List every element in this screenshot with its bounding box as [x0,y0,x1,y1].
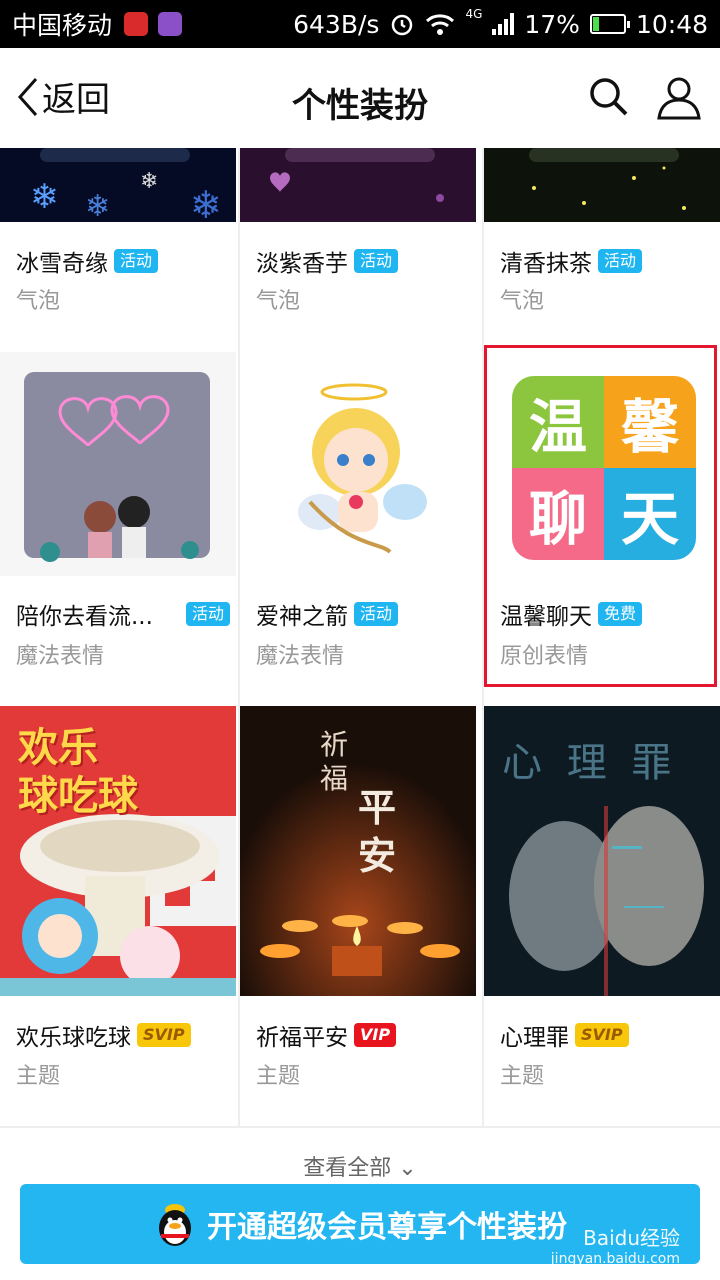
item-name: 清香抹茶 [500,251,592,277]
watermark-url: jingyan.baidu.com [550,1251,680,1267]
status-badge: 活动 [598,249,643,273]
item-name: 祈福平安 [256,1025,348,1051]
carrier-label: 中国移动 [12,11,113,40]
notification-icon-weibo [124,12,149,36]
art-title: 心 理 罪 [502,740,678,786]
status-bar: 中国移动 643B/s 4G 17% 10:48 [0,0,720,48]
item-card[interactable]: 清香抹茶 活动 气泡 [484,148,720,352]
network-type: 4G [465,7,483,21]
item-card[interactable]: ❄ ❄ ❄ ❄ 冰雪奇缘 活动 气泡 [0,148,236,352]
item-name: 淡紫香芋 [256,251,348,277]
clock: 10:48 [635,9,708,39]
status-badge: 活动 [185,602,230,626]
status-badge: SVIP [575,1023,629,1047]
item-category: 主题 [256,1064,301,1089]
item-category: 气泡 [500,289,545,314]
svg-text:❄: ❄ [140,169,158,194]
art-title-big: 平 安 [358,784,396,880]
see-all-link[interactable]: 查看全部 ⌄ [0,1150,720,1182]
item-thumbnail: ❄ ❄ ❄ ❄ [0,148,236,222]
status-badge: 活动 [354,602,399,626]
alarm-icon [392,14,413,36]
item-name: 心理罪 [500,1025,569,1051]
item-name: 爱神之箭 [256,604,348,630]
item-name: 冰雪奇缘 [16,251,108,277]
art-title: 祈 福 [320,728,348,796]
status-badge: 活动 [114,249,159,273]
item-category: 魔法表情 [16,644,105,669]
item-thumbnail: 心 理 罪 [484,706,720,996]
status-badge: 活动 [354,249,399,273]
art-title-line: 欢乐 [18,725,98,771]
profile-icon[interactable] [656,74,702,120]
vip-banner-label: 开通超级会员尊享个性装扮 [207,1210,567,1245]
item-category: 气泡 [256,289,301,314]
item-thumbnail [240,148,476,222]
signal-icon [492,13,515,35]
battery-percent: 17% [524,9,580,39]
network-speed: 643B/s [293,9,380,39]
item-card[interactable]: 祈 福 平 安 祈福平安 VIP 主题 [240,706,476,1126]
item-category: 主题 [500,1064,545,1089]
watermark: Baidu经验 jingyan.baidu.com [551,1222,680,1267]
svg-text:❄: ❄ [85,189,110,222]
wifi-icon [426,14,455,35]
highlight-box [484,345,717,687]
svg-text:❄: ❄ [190,183,222,222]
item-card[interactable]: 淡紫香芋 活动 气泡 [240,148,476,352]
item-thumbnail: 祈 福 平 安 [240,706,476,996]
art-title-line: 祈 [320,728,349,761]
item-thumbnail: 欢乐 球吃球 [0,706,236,996]
item-name: 陪你去看流... [16,604,153,630]
watermark-brand: Baidu经验 [583,1226,680,1250]
item-card[interactable]: 爱神之箭 活动 魔法表情 [240,352,476,706]
nav-bar: 返回 个性装扮 [0,48,720,148]
chevron-down-icon: ⌄ [398,1156,417,1181]
item-card[interactable]: 心 理 罪 心理罪 SVIP 主题 [484,706,720,1126]
notification-icon-gallery [158,12,183,36]
item-card[interactable]: 陪你去看流... 活动 魔法表情 [0,352,236,706]
penguin-icon [159,1204,191,1246]
item-name: 欢乐球吃球 [16,1025,131,1051]
item-thumbnail [0,352,236,576]
svg-text:❄: ❄ [30,177,59,217]
item-card[interactable]: 欢乐 球吃球 欢乐球吃球 SVIP 主题 [0,706,236,1126]
art-title-line: 球吃球 [18,773,138,819]
status-badge: SVIP [137,1023,191,1047]
item-thumbnail [240,352,476,576]
status-badge: VIP [354,1023,397,1047]
item-category: 主题 [16,1064,61,1089]
battery-icon [589,14,630,34]
item-category: 气泡 [16,289,61,314]
art-title-line: 平 [358,786,397,830]
item-category: 魔法表情 [256,644,345,669]
see-all-label: 查看全部 [303,1156,392,1181]
section-divider [0,1126,720,1128]
item-thumbnail [484,148,720,222]
art-title-line: 福 [320,762,349,795]
search-icon[interactable] [586,74,630,118]
art-title-line: 安 [358,834,397,878]
column-divider [238,148,240,1128]
